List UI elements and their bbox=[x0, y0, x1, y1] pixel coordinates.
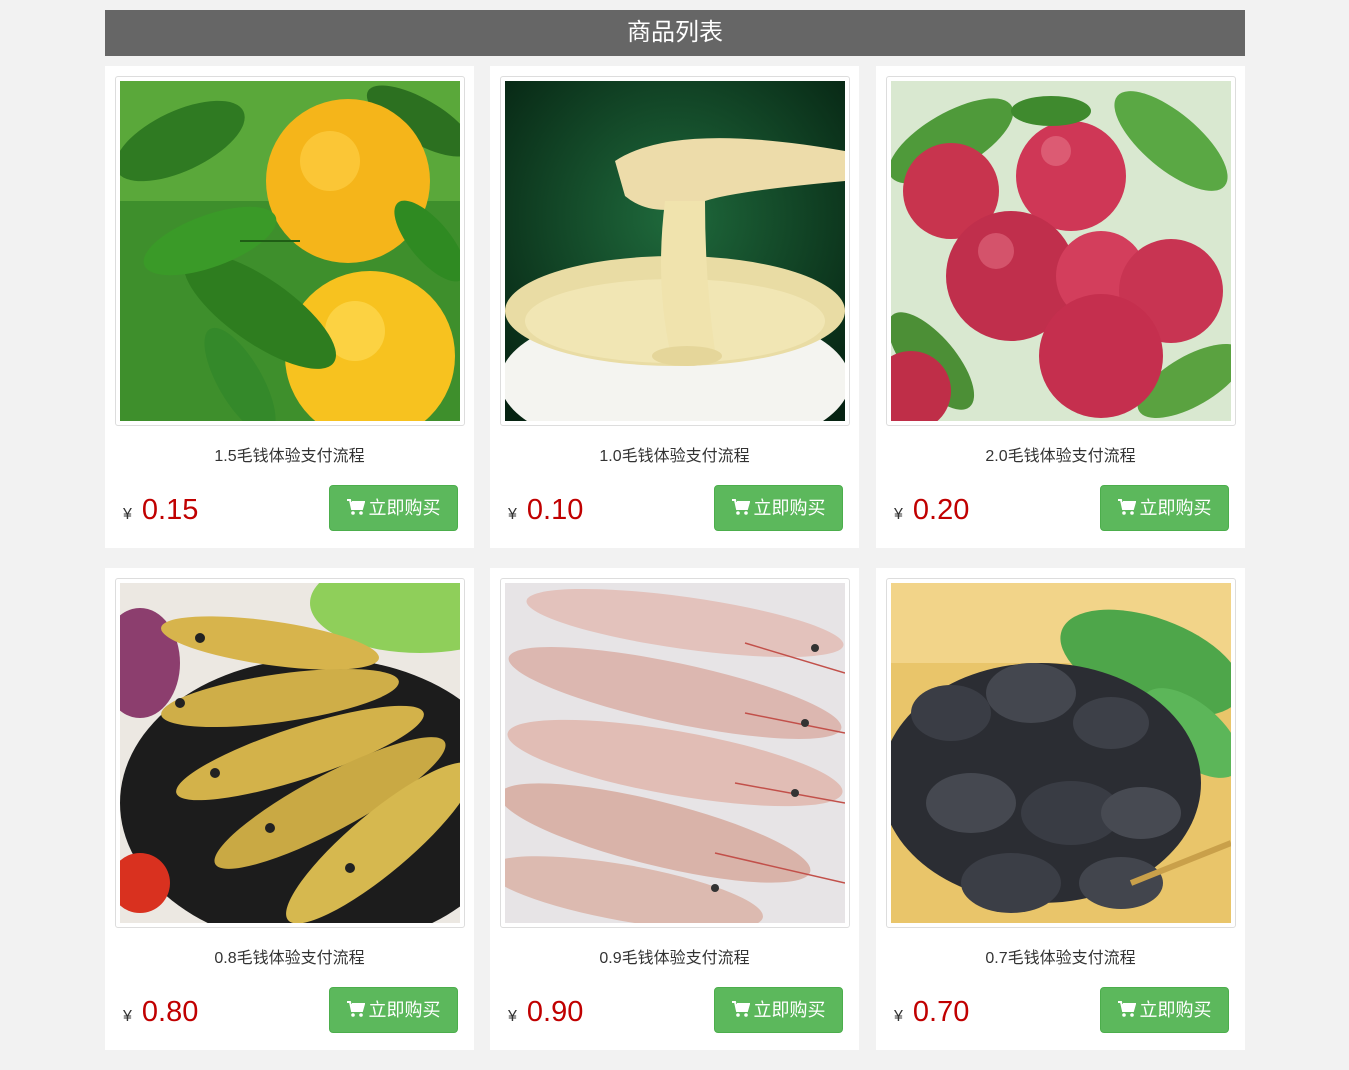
black-fungus-image bbox=[891, 583, 1231, 923]
buy-now-button[interactable]: 立即购买 bbox=[329, 987, 458, 1033]
product-card: 2.0毛钱体验支付流程 ¥0.20 立即购买 bbox=[876, 66, 1245, 548]
product-image[interactable] bbox=[886, 76, 1236, 426]
buy-now-label: 立即购买 bbox=[368, 498, 441, 518]
buy-now-button[interactable]: 立即购买 bbox=[1100, 987, 1229, 1033]
product-card: 0.7毛钱体验支付流程 ¥0.70 立即购买 bbox=[876, 568, 1245, 1050]
product-price: ¥0.90 bbox=[508, 996, 583, 1029]
buy-now-button[interactable]: 立即购买 bbox=[714, 987, 843, 1033]
product-price: ¥0.15 bbox=[123, 494, 198, 527]
price-value: 0.15 bbox=[141, 494, 199, 526]
product-image[interactable] bbox=[886, 578, 1236, 928]
price-value: 0.10 bbox=[526, 494, 584, 526]
product-name: 0.9毛钱体验支付流程 bbox=[599, 950, 750, 967]
currency-symbol: ¥ bbox=[508, 1008, 517, 1025]
product-name: 0.8毛钱体验支付流程 bbox=[214, 950, 365, 967]
apple-image bbox=[891, 81, 1231, 421]
buy-now-label: 立即购买 bbox=[368, 1000, 441, 1020]
currency-symbol: ¥ bbox=[123, 1008, 132, 1025]
product-price: ¥0.70 bbox=[894, 996, 969, 1029]
product-name: 0.7毛钱体验支付流程 bbox=[985, 950, 1136, 967]
price-value: 0.90 bbox=[526, 996, 584, 1028]
buy-now-button[interactable]: 立即购买 bbox=[714, 485, 843, 531]
price-value: 0.20 bbox=[912, 494, 970, 526]
product-card: 1.5毛钱体验支付流程 ¥0.15 立即购买 bbox=[105, 66, 474, 548]
custard-image bbox=[505, 81, 845, 421]
currency-symbol: ¥ bbox=[894, 1008, 903, 1025]
product-image[interactable] bbox=[500, 578, 850, 928]
product-name: 1.5毛钱体验支付流程 bbox=[214, 448, 365, 465]
product-card: 1.0毛钱体验支付流程 ¥0.10 立即购买 bbox=[490, 66, 859, 548]
product-price: ¥0.10 bbox=[508, 494, 583, 527]
shopping-cart-icon bbox=[731, 487, 750, 531]
product-price: ¥0.80 bbox=[123, 996, 198, 1029]
buy-now-button[interactable]: 立即购买 bbox=[329, 485, 458, 531]
price-value: 0.80 bbox=[141, 996, 199, 1028]
buy-now-label: 立即购买 bbox=[753, 498, 826, 518]
page-title: 商品列表 bbox=[105, 10, 1245, 56]
shopping-cart-icon bbox=[346, 487, 365, 531]
shopping-cart-icon bbox=[1117, 989, 1136, 1033]
shopping-cart-icon bbox=[731, 989, 750, 1033]
product-image[interactable] bbox=[115, 578, 465, 928]
shrimp-image bbox=[505, 583, 845, 923]
buy-now-label: 立即购买 bbox=[1139, 1000, 1212, 1020]
product-name: 2.0毛钱体验支付流程 bbox=[985, 448, 1136, 465]
product-card: 0.8毛钱体验支付流程 ¥0.80 立即购买 bbox=[105, 568, 474, 1050]
page-container: 商品列表 1.5毛钱体验支付流程 ¥ 0.15 立即购买 1.0毛钱体验支付流程… bbox=[105, 10, 1245, 1050]
buy-now-label: 立即购买 bbox=[1139, 498, 1212, 518]
currency-symbol: ¥ bbox=[123, 506, 132, 523]
product-name: 1.0毛钱体验支付流程 bbox=[599, 448, 750, 465]
shopping-cart-icon bbox=[1117, 487, 1136, 531]
product-card: 0.9毛钱体验支付流程 ¥0.90 立即购买 bbox=[490, 568, 859, 1050]
buy-now-label: 立即购买 bbox=[753, 1000, 826, 1020]
orange-image bbox=[120, 81, 460, 421]
currency-symbol: ¥ bbox=[894, 506, 903, 523]
yellow-croaker-image bbox=[120, 583, 460, 923]
price-value: 0.70 bbox=[912, 996, 970, 1028]
buy-now-button[interactable]: 立即购买 bbox=[1100, 485, 1229, 531]
shopping-cart-icon bbox=[346, 989, 365, 1033]
product-price: ¥0.20 bbox=[894, 494, 969, 527]
product-image[interactable] bbox=[500, 76, 850, 426]
currency-symbol: ¥ bbox=[508, 506, 517, 523]
product-image[interactable] bbox=[115, 76, 465, 426]
